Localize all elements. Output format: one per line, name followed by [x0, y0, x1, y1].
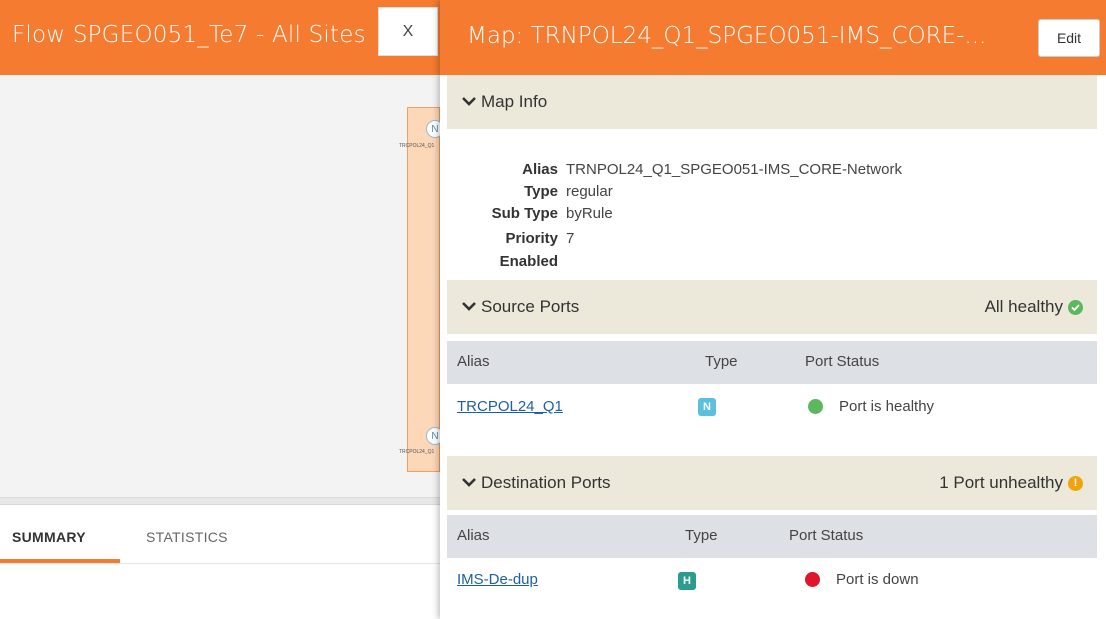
source-port-link[interactable]: TRCPOL24_Q1 [457, 398, 563, 415]
flow-header: Flow SPGEO051_Te7 - All Sites [0, 0, 440, 75]
map-info-label: Map Info [481, 92, 548, 111]
chevron-down-icon [462, 97, 476, 106]
active-tab-indicator [0, 559, 120, 563]
warning-icon: ! [1068, 475, 1083, 491]
source-ports-label: Source Ports [481, 297, 580, 316]
status-healthy-dot-icon [808, 399, 823, 414]
info-value: byRule [566, 205, 613, 222]
tab-statistics[interactable]: STATISTICS [146, 529, 228, 545]
tab-summary[interactable]: SUMMARY [12, 529, 86, 545]
info-key: Type [524, 183, 558, 200]
info-key: Alias [522, 161, 558, 178]
flow-canvas[interactable] [0, 75, 440, 497]
source-ports-status: All healthy [985, 297, 1083, 317]
bottom-tabs: SUMMARY STATISTICS [0, 505, 440, 564]
panel-header: Map: TRNPOL24_Q1_SPGEO051-IMS_CORE-... E… [440, 0, 1106, 75]
source-ports-status-text: All healthy [984, 297, 1063, 316]
source-ports-header[interactable]: Source Ports All healthy [447, 280, 1097, 334]
chevron-down-icon [462, 478, 476, 487]
info-value: regular [566, 183, 613, 200]
edit-button[interactable]: Edit [1038, 19, 1100, 57]
info-key: Sub Type [491, 205, 558, 222]
source-ports-table-header: Alias Type Port Status [447, 341, 1097, 384]
check-circle-icon [1068, 299, 1083, 315]
node-label-bottom: TRCPOL24_Q1 [399, 449, 435, 455]
resize-divider[interactable] [0, 497, 440, 505]
column-header-port-status: Port Status [805, 353, 880, 370]
info-value: TRNPOL24_Q1_SPGEO051-IMS_CORE-Network [566, 161, 902, 178]
destination-port-link[interactable]: IMS-De-dup [457, 571, 538, 588]
port-status-text: Port is healthy [839, 398, 935, 415]
destination-ports-header[interactable]: Destination Ports 1 Port unhealthy ! [447, 456, 1097, 510]
port-status-text: Port is down [836, 571, 919, 588]
map-info-header[interactable]: Map Info [447, 75, 1097, 129]
destination-ports-table-header: Alias Type Port Status [447, 515, 1097, 558]
map-detail-panel: Map: TRNPOL24_Q1_SPGEO051-IMS_CORE-... E… [440, 0, 1106, 619]
column-header-alias: Alias [457, 353, 490, 370]
node-label-top: TRCPOL24_Q1 [399, 143, 435, 149]
port-type-badge: H [678, 572, 696, 590]
panel-title: Map: TRNPOL24_Q1_SPGEO051-IMS_CORE-... [467, 23, 987, 49]
column-header-port-status: Port Status [789, 527, 864, 544]
column-header-type: Type [685, 527, 718, 544]
info-key: Priority [505, 230, 558, 247]
column-header-type: Type [705, 353, 738, 370]
column-header-alias: Alias [457, 527, 490, 544]
chevron-down-icon [462, 302, 476, 311]
flow-node[interactable]: N TRCPOL24_Q1 N TRCPOL24_Q1 [399, 107, 444, 472]
destination-ports-status: 1 Port unhealthy ! [939, 473, 1083, 493]
info-value: 7 [566, 230, 575, 247]
destination-ports-label: Destination Ports [481, 473, 611, 492]
port-type-badge: N [698, 398, 716, 416]
destination-ports-status-text: 1 Port unhealthy [939, 473, 1063, 492]
flow-title: Flow SPGEO051_Te7 - All Sites [12, 22, 366, 48]
info-key: Enabled [499, 253, 558, 270]
close-button[interactable]: X [378, 7, 438, 56]
status-down-dot-icon [805, 572, 820, 587]
